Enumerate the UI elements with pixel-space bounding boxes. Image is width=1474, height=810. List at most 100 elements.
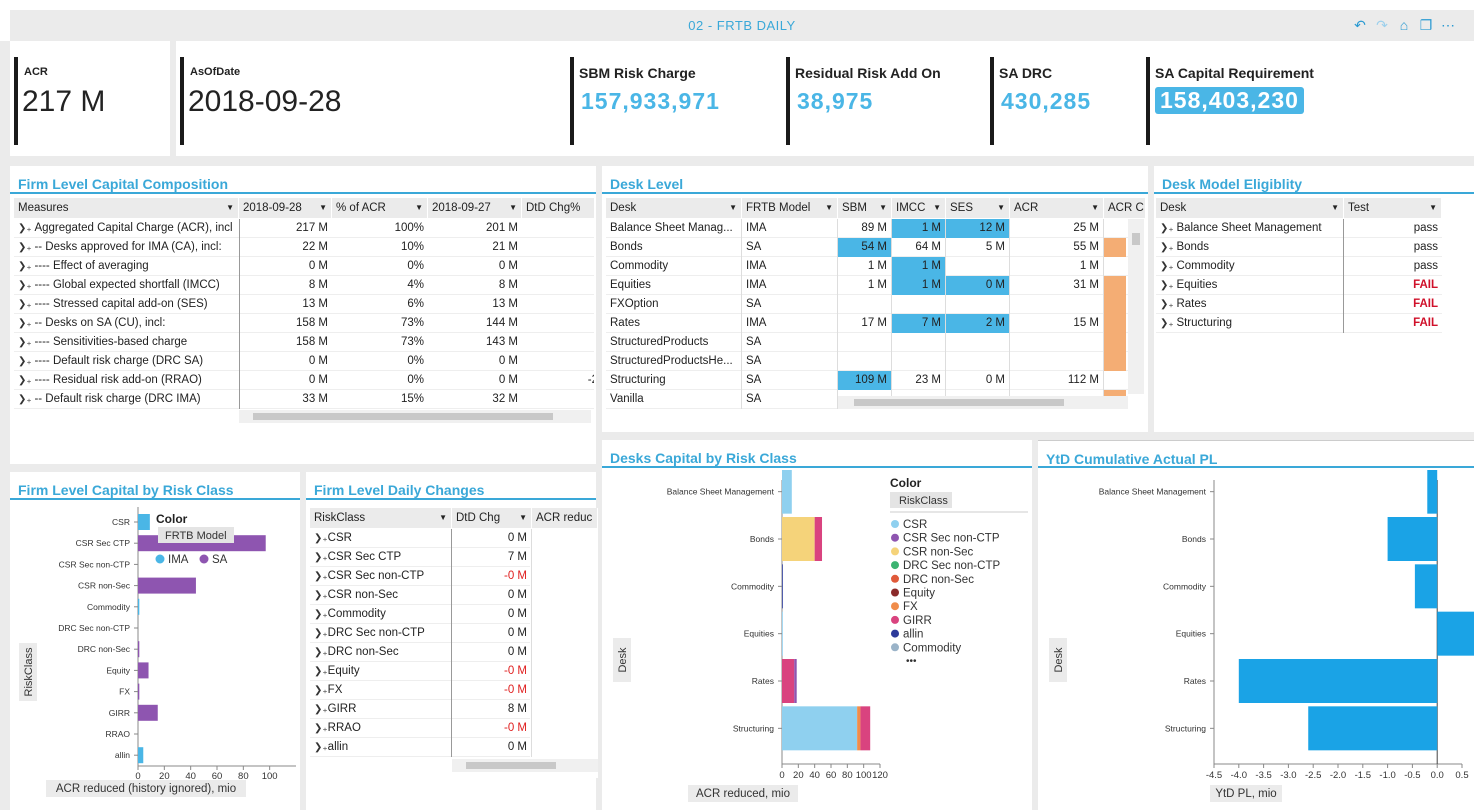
expand-icon[interactable]: ❯₊ <box>18 261 34 272</box>
table-row[interactable]: ❯₊CSR Sec CTP 7 M <box>310 548 532 567</box>
expand-icon[interactable]: ❯₊ <box>314 552 328 563</box>
scrollbar-thumb[interactable] <box>1132 233 1140 245</box>
bar-segment[interactable] <box>814 517 823 561</box>
home-icon[interactable]: ⌂ <box>1396 17 1412 34</box>
dropdown-arrow-icon[interactable]: ▼ <box>226 198 234 218</box>
dropdown-arrow-icon[interactable]: ▼ <box>1091 198 1099 218</box>
scrollbar-thumb[interactable] <box>854 399 1064 406</box>
expand-icon[interactable]: ❯₊ <box>1160 318 1176 329</box>
bar-ima[interactable] <box>138 514 150 530</box>
table-row[interactable]: ❯₊DRC Sec non-CTP 0 M <box>310 624 532 643</box>
dropdown-arrow-icon[interactable]: ▼ <box>439 508 447 528</box>
pl-bar[interactable] <box>1238 659 1438 703</box>
table-row[interactable]: Commodity IMA 1 M 1 M 1 M <box>606 257 1128 276</box>
dropdown-arrow-icon[interactable]: ▼ <box>879 198 887 218</box>
table-row[interactable]: ❯₊FX -0 M <box>310 681 532 700</box>
dropdown-arrow-icon[interactable]: ▼ <box>415 198 423 218</box>
expand-icon[interactable]: ❯₊ <box>314 533 328 544</box>
table-row[interactable]: ❯₊ ---- Global expected shortfall (IMCC)… <box>14 276 594 295</box>
expand-icon[interactable]: ❯₊ <box>314 590 328 601</box>
expand-icon[interactable]: ❯₊ <box>1160 280 1176 291</box>
table-row[interactable]: ❯₊ ---- Default risk charge (DRC SA) 0 M 0… <box>14 352 594 371</box>
dropdown-arrow-icon[interactable]: ▼ <box>825 198 833 218</box>
column-header[interactable]: 2018-09-28 ▼ <box>239 198 332 218</box>
column-header[interactable]: SBM ▼ <box>838 198 892 218</box>
bar-segment[interactable] <box>782 517 815 561</box>
expand-icon[interactable]: ❯₊ <box>18 242 34 253</box>
legend-label[interactable]: allin <box>903 629 923 641</box>
bar-ima[interactable] <box>138 747 144 764</box>
table-row[interactable]: ❯₊ Equities FAIL <box>1156 276 1442 295</box>
expand-icon[interactable]: ❯₊ <box>18 223 34 234</box>
redo-icon[interactable]: ↷ <box>1374 17 1390 34</box>
column-header[interactable]: ACR ▼ <box>1010 198 1104 218</box>
expand-icon[interactable]: ❯₊ <box>18 375 34 386</box>
table-row[interactable]: ❯₊ -- Desks on SA (CU), incl: 158 M 73% 144… <box>14 314 594 333</box>
legend-label[interactable]: FX <box>903 601 918 613</box>
expand-icon[interactable]: ❯₊ <box>1160 223 1176 234</box>
table-row[interactable]: ❯₊DRC non-Sec 0 M <box>310 643 532 662</box>
column-header[interactable]: DtD Chg ▼ <box>452 508 532 528</box>
column-header[interactable]: ACR reduc <box>532 508 598 528</box>
expand-icon[interactable]: ❯₊ <box>18 394 34 405</box>
column-header[interactable]: FRTB Model ▼ <box>742 198 838 218</box>
bar-segment[interactable] <box>794 659 797 703</box>
dropdown-arrow-icon[interactable]: ▼ <box>933 198 941 218</box>
table-row[interactable]: Bonds SA 54 M 64 M 5 M 55 M <box>606 238 1128 257</box>
expand-icon[interactable]: ❯₊ <box>314 666 328 677</box>
bar-segment[interactable] <box>782 564 783 609</box>
table-row[interactable]: ❯₊ ---- Stressed capital add-on (SES) 13 … <box>14 295 594 314</box>
bar-sa[interactable] <box>138 683 140 700</box>
undo-icon[interactable]: ↶ <box>1352 17 1368 34</box>
bar-segment[interactable] <box>782 659 795 703</box>
expand-icon[interactable]: ❯₊ <box>18 280 34 291</box>
dropdown-arrow-icon[interactable]: ▼ <box>1331 198 1339 218</box>
expand-icon[interactable]: ❯₊ <box>314 647 328 658</box>
expand-icon[interactable]: ❯₊ <box>314 742 328 753</box>
popout-icon[interactable]: ❐ <box>1418 17 1434 34</box>
dropdown-arrow-icon[interactable]: ▼ <box>729 198 737 218</box>
table-row[interactable]: ❯₊ Commodity pass <box>1156 257 1442 276</box>
pl-bar[interactable] <box>1427 470 1438 514</box>
pl-bar[interactable] <box>1437 611 1474 656</box>
column-header[interactable]: DtD Chg% <box>522 198 594 218</box>
bar-sa[interactable] <box>138 662 149 679</box>
table-row[interactable]: ❯₊allin 0 M <box>310 738 532 757</box>
scrollbar-thumb[interactable] <box>466 762 556 769</box>
table-row[interactable]: ❯₊ Rates FAIL <box>1156 295 1442 314</box>
column-header[interactable]: SES ▼ <box>946 198 1010 218</box>
column-header[interactable]: Desk ▼ <box>1156 198 1344 218</box>
more-icon[interactable]: ⋯ <box>1440 17 1456 34</box>
table-row[interactable]: ❯₊ Structuring FAIL <box>1156 314 1442 333</box>
bar-segment[interactable] <box>782 611 783 656</box>
table-row[interactable]: ❯₊ ---- Sensitivities-based charge 158 M 7… <box>14 333 594 352</box>
expand-icon[interactable]: ❯₊ <box>1160 242 1176 253</box>
column-header[interactable]: Desk ▼ <box>606 198 742 218</box>
table-row[interactable]: Rates IMA 17 M 7 M 2 M 15 M <box>606 314 1128 333</box>
legend-label[interactable]: DRC non-Sec <box>903 574 974 586</box>
expand-icon[interactable]: ❯₊ <box>1160 299 1176 310</box>
dropdown-arrow-icon[interactable]: ▼ <box>1429 198 1437 218</box>
legend-label[interactable]: DRC Sec non-CTP <box>903 560 1000 572</box>
horizontal-scrollbar[interactable] <box>838 396 1128 409</box>
table-row[interactable]: FXOption SA <box>606 295 1128 314</box>
column-header[interactable]: ACR C <box>1104 198 1146 218</box>
legend-label[interactable]: CSR <box>903 519 927 531</box>
bar-segment[interactable] <box>860 706 871 751</box>
bar-sa[interactable] <box>138 577 196 594</box>
table-row[interactable]: ❯₊RRAO -0 M <box>310 719 532 738</box>
table-row[interactable]: ❯₊ -- Default risk charge (DRC IMA) 33 M 1… <box>14 390 594 409</box>
expand-icon[interactable]: ❯₊ <box>18 356 34 367</box>
table-row[interactable]: ❯₊Equity -0 M <box>310 662 532 681</box>
legend-label[interactable]: CSR Sec non-CTP <box>903 533 1000 545</box>
table-row[interactable]: ❯₊GIRR 8 M <box>310 700 532 719</box>
table-row[interactable]: StructuredProducts SA <box>606 333 1128 352</box>
horizontal-scrollbar[interactable] <box>452 759 598 772</box>
bar-sa[interactable] <box>138 704 158 721</box>
table-row[interactable]: ❯₊CSR 0 M <box>310 529 532 548</box>
bar-segment[interactable] <box>782 706 858 751</box>
legend-more-icon[interactable]: ••• <box>906 656 917 667</box>
bar-sa[interactable] <box>138 641 140 658</box>
column-header[interactable]: Measures ▼ <box>14 198 239 218</box>
table-row[interactable]: ❯₊ ---- Effect of averaging 0 M 0% 0 M <box>14 257 594 276</box>
